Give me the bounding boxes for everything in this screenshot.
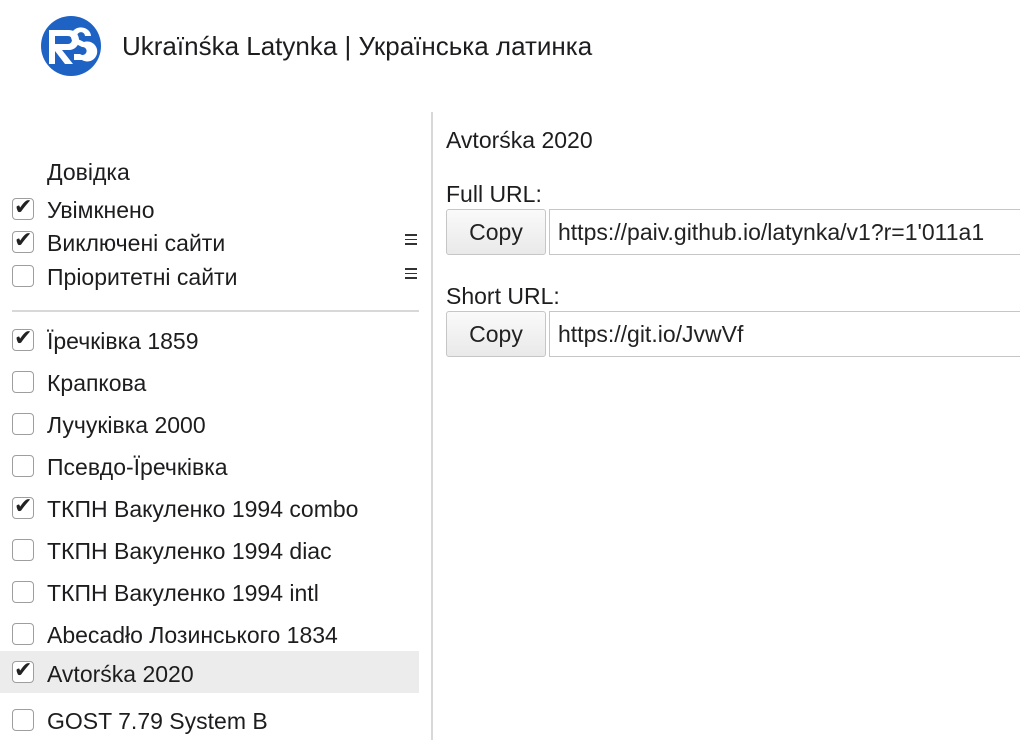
pane-divider [431,112,433,740]
setting-label: Виключені сайти [47,230,226,256]
check-icon: ✔ [14,494,33,519]
app-title: Ukraïnśka Latynka | Українська латинка [122,31,593,61]
excluded-sites-checkbox[interactable]: ✔ [12,228,34,253]
scheme-checkbox[interactable] [12,623,34,645]
copy-full-url-button[interactable]: Copy [446,209,546,255]
setting-label: Пріоритетні сайти [47,264,238,290]
short-url-wrap [549,311,1020,357]
scheme-label: ТКПН Вакуленко 1994 combo [47,496,359,522]
full-url-field[interactable] [549,209,1020,255]
scheme-label: Лучуківка 2000 [47,412,206,438]
copy-short-url-button[interactable]: Copy [446,311,546,357]
help-link[interactable]: Довідка [47,158,130,186]
rs-logo-icon [41,16,101,76]
setting-label: Увімкнено [47,197,155,223]
sidebar-divider [12,310,419,312]
scheme-item[interactable]: Лучуківка 2000 [0,405,419,445]
setting-priority-sites[interactable]: Пріоритетні сайти [0,257,419,297]
check-icon: ✔ [14,326,33,351]
scheme-item[interactable]: ✔ Їречківка 1859 [0,321,419,361]
scheme-label: GOST 7.79 System B [47,708,268,734]
scheme-checkbox[interactable] [12,581,34,603]
scheme-item[interactable]: Abecadło Лозинського 1834 [0,615,419,655]
check-icon: ✔ [14,658,33,683]
short-url-field[interactable] [549,311,1020,357]
scheme-label: ТКПН Вакуленко 1994 diac [47,538,332,564]
scheme-item[interactable]: GOST 7.79 System B [0,701,419,741]
scheme-checkbox[interactable]: ✔ [12,494,34,519]
scheme-checkbox[interactable] [12,709,34,731]
scheme-checkbox[interactable] [12,455,34,477]
scheme-label: Псевдо-Їречківка [47,454,228,480]
scheme-checkbox[interactable] [12,371,34,393]
scheme-label: ТКПН Вакуленко 1994 intl [47,580,319,606]
full-url-wrap [549,209,1020,255]
scheme-item[interactable]: ТКПН Вакуленко 1994 intl [0,573,419,613]
scheme-checkbox[interactable] [12,413,34,435]
check-icon: ✔ [14,228,33,253]
scheme-label: Abecadło Лозинського 1834 [47,622,338,648]
priority-sites-checkbox[interactable] [12,265,34,287]
menu-icon[interactable] [405,268,417,280]
short-url-label: Short URL: [446,283,560,309]
check-icon: ✔ [14,195,33,220]
scheme-item[interactable]: Псевдо-Їречківка [0,447,419,487]
scheme-item[interactable]: ТКПН Вакуленко 1994 diac [0,531,419,571]
scheme-item-selected[interactable]: ✔ Avtorśka 2020 [0,651,419,693]
scheme-item[interactable]: Крапкова [0,363,419,403]
scheme-checkbox[interactable] [12,539,34,561]
scheme-checkbox[interactable]: ✔ [12,658,34,683]
scheme-label: Avtorśka 2020 [47,661,194,687]
scheme-label: Крапкова [47,370,147,396]
full-url-label: Full URL: [446,181,542,207]
scheme-title: Avtorśka 2020 [446,127,593,153]
scheme-item[interactable]: ✔ ТКПН Вакуленко 1994 combo [0,489,419,529]
header: Ukraïnśka Latynka | Українська латинка [0,0,1020,96]
menu-icon[interactable] [405,234,417,246]
scheme-checkbox[interactable]: ✔ [12,326,34,351]
scheme-label: Їречківка 1859 [47,328,199,354]
enabled-checkbox[interactable]: ✔ [12,195,34,220]
